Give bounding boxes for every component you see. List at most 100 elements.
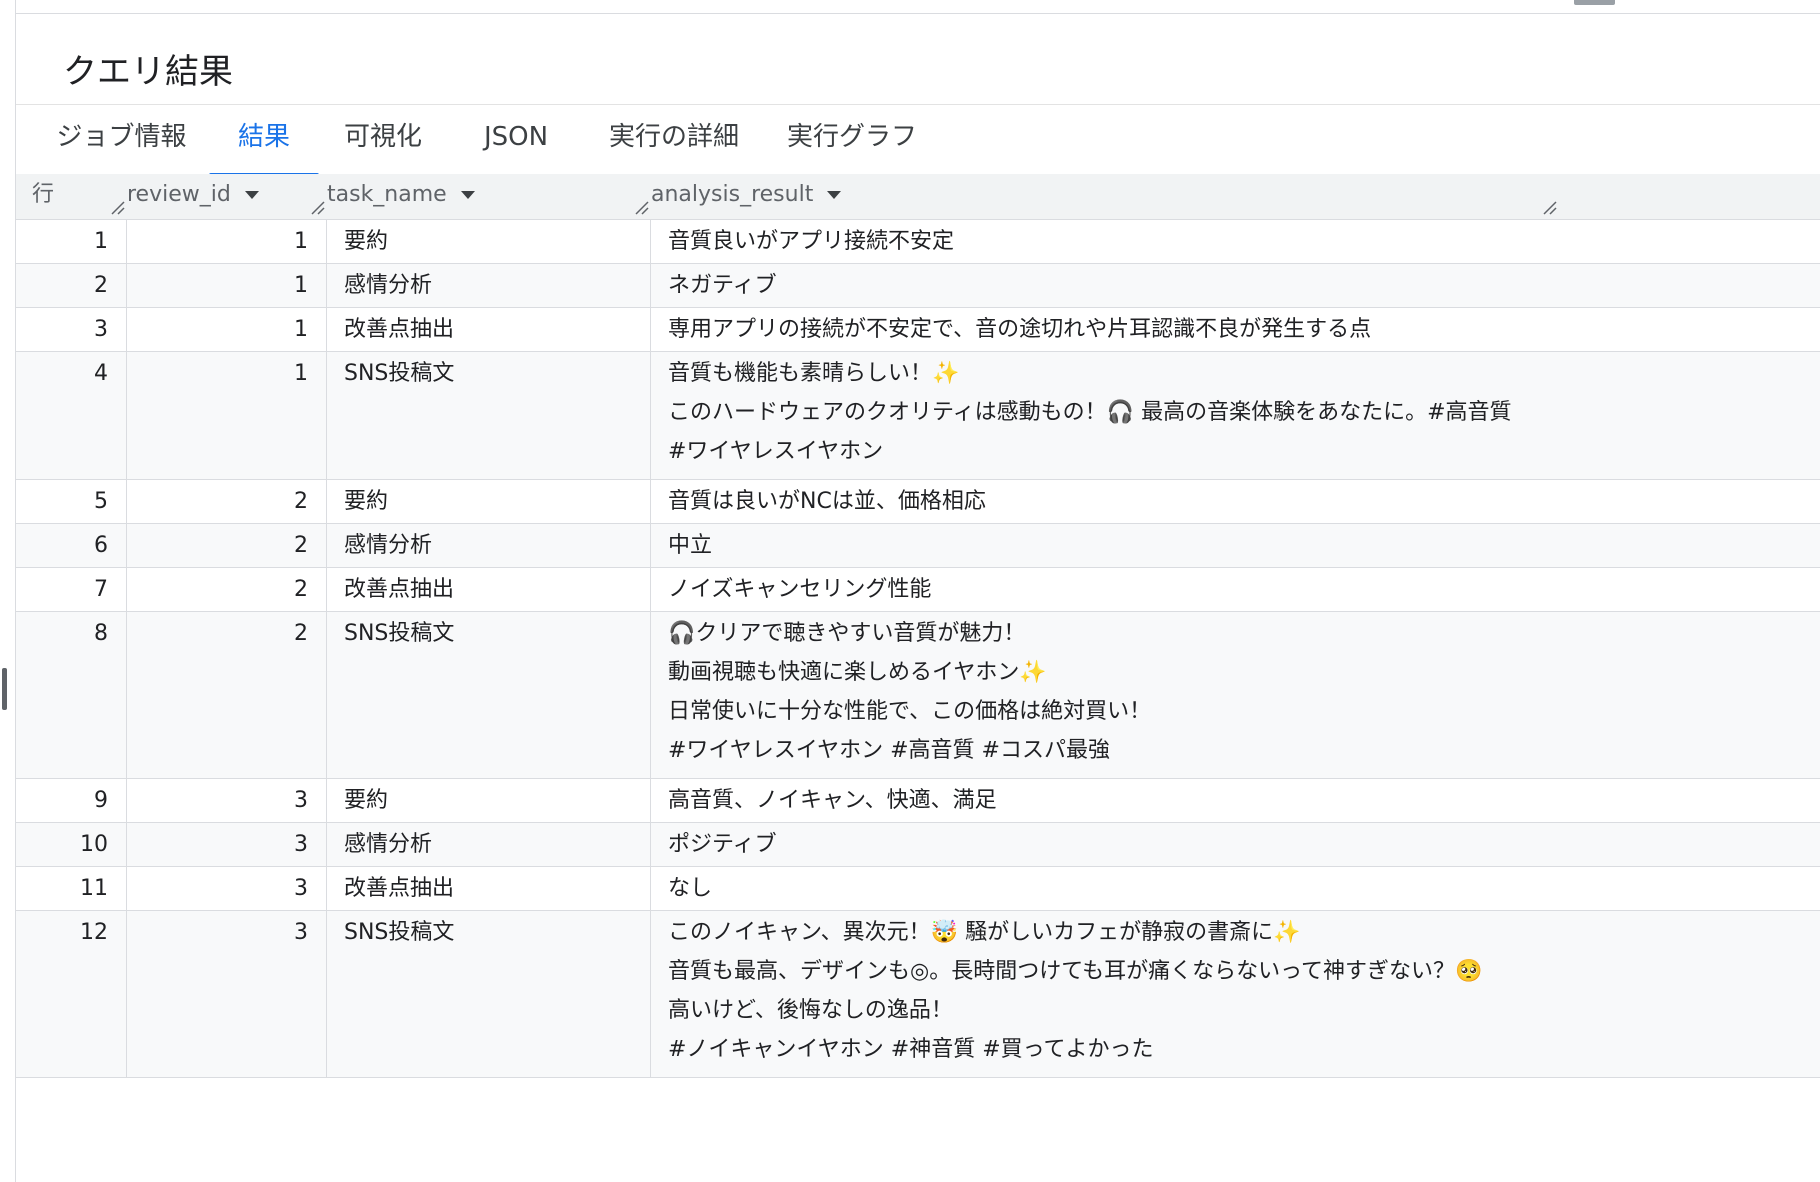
analysis-result-cell: 音質も機能も素晴らしい！✨ このハードウェアのクオリティは感動もの！🎧 最高の音楽…	[651, 352, 1820, 479]
column-resize-icon[interactable]	[1542, 201, 1558, 215]
dropdown-arrow-icon[interactable]	[244, 191, 259, 199]
row-number-cell: 2	[16, 264, 127, 307]
review-id-cell: 1	[127, 264, 327, 307]
review-id-cell: 1	[127, 352, 327, 479]
table-row[interactable]: 2 1 感情分析 ネガティブ	[16, 264, 1820, 308]
row-number-cell: 7	[16, 568, 127, 611]
review-id-cell: 2	[127, 612, 327, 778]
result-text-line: #ワイヤレスイヤホン #高音質 #コスパ最強	[668, 738, 1110, 763]
page-title: クエリ結果	[63, 52, 233, 92]
column-header-row: 行	[32, 174, 54, 216]
analysis-result-cell: 音質良いがアプリ接続不安定	[651, 220, 1820, 263]
analysis-result-cell: ノイズキャンセリング性能	[651, 568, 1820, 611]
review-id-cell: 1	[127, 308, 327, 351]
review-id-cell: 2	[127, 480, 327, 523]
analysis-result-cell: 🎧クリアで聴きやすい音質が魅力！ 動画視聴も快適に楽しめるイヤホン✨ 日常使いに十分…	[651, 612, 1820, 778]
panel-resize-handle[interactable]	[2, 668, 7, 710]
tab-label: 実行グラフ	[786, 122, 917, 152]
column-label: review_id	[127, 182, 231, 207]
task-name-cell: 改善点抽出	[327, 568, 651, 611]
result-text-line: ネガティブ	[668, 273, 777, 298]
task-name-cell: 感情分析	[327, 264, 651, 307]
column-header-task-name[interactable]: task_name	[327, 174, 475, 216]
column-label: task_name	[327, 182, 447, 207]
result-text-line: 高音質、ノイキャン、快適、満足	[668, 788, 997, 813]
row-number-cell: 8	[16, 612, 127, 778]
task-name-cell: 改善点抽出	[327, 308, 651, 351]
result-text-line: #ノイキャンイヤホン #神音質 #買ってよかった	[668, 1037, 1154, 1062]
dropdown-arrow-icon[interactable]	[827, 191, 842, 199]
tab-label: ジョブ情報	[56, 122, 187, 152]
result-text-line: 音質も最高、デザインも◎。長時間つけても耳が痛くならないって神すぎない？🥺	[668, 959, 1483, 984]
scroll-thumb[interactable]	[1574, 0, 1615, 5]
table-row[interactable]: 1 1 要約 音質良いがアプリ接続不安定	[16, 220, 1820, 264]
result-text-line: 高いけど、後悔なしの逸品！	[668, 998, 953, 1023]
result-text-line: #ワイヤレスイヤホン	[668, 439, 884, 464]
tab-label: 結果	[237, 122, 290, 152]
dropdown-arrow-icon[interactable]	[460, 191, 475, 199]
tab-results[interactable]: 結果	[209, 105, 319, 183]
task-name-cell: 要約	[327, 480, 651, 523]
row-number-cell: 10	[16, 823, 127, 866]
row-number-cell: 4	[16, 352, 127, 479]
row-number-cell: 11	[16, 867, 127, 910]
column-resize-icon[interactable]	[310, 201, 326, 215]
review-id-cell: 2	[127, 568, 327, 611]
tab-execution-details[interactable]: 実行の詳細	[585, 105, 763, 183]
tab-label: 実行の詳細	[608, 122, 739, 152]
table-row[interactable]: 9 3 要約 高音質、ノイキャン、快適、満足	[16, 779, 1820, 823]
analysis-result-cell: なし	[651, 867, 1820, 910]
table-row[interactable]: 11 3 改善点抽出 なし	[16, 867, 1820, 911]
tab-visualization[interactable]: 可視化	[319, 105, 447, 183]
tab-json[interactable]: JSON	[447, 105, 585, 183]
analysis-result-cell: 音質は良いがNCは並、価格相応	[651, 480, 1820, 523]
task-name-cell: 感情分析	[327, 823, 651, 866]
results-tabs: ジョブ情報 結果 可視化 JSON 実行の詳細 実行グラフ	[16, 105, 1820, 183]
table-row[interactable]: 7 2 改善点抽出 ノイズキャンセリング性能	[16, 568, 1820, 612]
table-row[interactable]: 12 3 SNS投稿文 このノイキャン、異次元！🤯 騒がしいカフェが静寂の書斎に✨ 音質…	[16, 911, 1820, 1078]
table-row[interactable]: 10 3 感情分析 ポジティブ	[16, 823, 1820, 867]
task-name-cell: 要約	[327, 779, 651, 822]
analysis-result-cell: このノイキャン、異次元！🤯 騒がしいカフェが静寂の書斎に✨ 音質も最高、デザインも…	[651, 911, 1820, 1077]
tab-label: 可視化	[343, 122, 422, 152]
task-name-cell: SNS投稿文	[327, 612, 651, 778]
result-text-line: 日常使いに十分な性能で、この価格は絶対買い！	[668, 699, 1152, 724]
tab-execution-graph[interactable]: 実行グラフ	[763, 105, 941, 183]
tab-job-info[interactable]: ジョブ情報	[34, 105, 209, 183]
table-row[interactable]: 5 2 要約 音質は良いがNCは並、価格相応	[16, 480, 1820, 524]
review-id-cell: 3	[127, 823, 327, 866]
tab-label: JSON	[483, 122, 549, 152]
row-number-cell: 3	[16, 308, 127, 351]
analysis-result-cell: ネガティブ	[651, 264, 1820, 307]
task-name-cell: SNS投稿文	[327, 911, 651, 1077]
top-strip	[16, 0, 1820, 14]
review-id-cell: 3	[127, 911, 327, 1077]
table-row[interactable]: 6 2 感情分析 中立	[16, 524, 1820, 568]
review-id-cell: 3	[127, 779, 327, 822]
result-text-line: ノイズキャンセリング性能	[668, 577, 932, 602]
result-text-line: 動画視聴も快適に楽しめるイヤホン✨	[668, 660, 1047, 685]
table-header: 行 review_id task_name analysis_result	[16, 174, 1820, 220]
analysis-result-cell: 高音質、ノイキャン、快適、満足	[651, 779, 1820, 822]
result-text-line: 🎧クリアで聴きやすい音質が魅力！	[668, 621, 1026, 646]
result-text-line: ポジティブ	[668, 832, 777, 857]
analysis-result-cell: 中立	[651, 524, 1820, 567]
column-resize-icon[interactable]	[110, 201, 126, 215]
task-name-cell: SNS投稿文	[327, 352, 651, 479]
table-row[interactable]: 4 1 SNS投稿文 音質も機能も素晴らしい！✨ このハードウェアのクオリティは感動もの…	[16, 352, 1820, 480]
query-results-panel: クエリ結果 ジョブ情報 結果 可視化 JSON 実行の詳細 実行グラフ 行 re…	[16, 14, 1820, 1182]
result-text-line: 専用アプリの接続が不安定で、音の途切れや片耳認識不良が発生する点	[668, 317, 1372, 342]
review-id-cell: 3	[127, 867, 327, 910]
table-row[interactable]: 8 2 SNS投稿文 🎧クリアで聴きやすい音質が魅力！ 動画視聴も快適に楽しめるイヤホン…	[16, 612, 1820, 779]
review-id-cell: 2	[127, 524, 327, 567]
row-number-cell: 1	[16, 220, 127, 263]
table-row[interactable]: 3 1 改善点抽出 専用アプリの接続が不安定で、音の途切れや片耳認識不良が発生する点	[16, 308, 1820, 352]
row-number-cell: 12	[16, 911, 127, 1077]
column-header-review-id[interactable]: review_id	[127, 174, 259, 216]
column-header-analysis-result[interactable]: analysis_result	[651, 174, 842, 216]
column-resize-icon[interactable]	[634, 201, 650, 215]
result-text-line: 音質も機能も素晴らしい！✨	[668, 361, 960, 386]
result-text-line: 音質は良いがNCは並、価格相応	[668, 489, 986, 514]
result-text-line: 音質良いがアプリ接続不安定	[668, 229, 955, 254]
review-id-cell: 1	[127, 220, 327, 263]
